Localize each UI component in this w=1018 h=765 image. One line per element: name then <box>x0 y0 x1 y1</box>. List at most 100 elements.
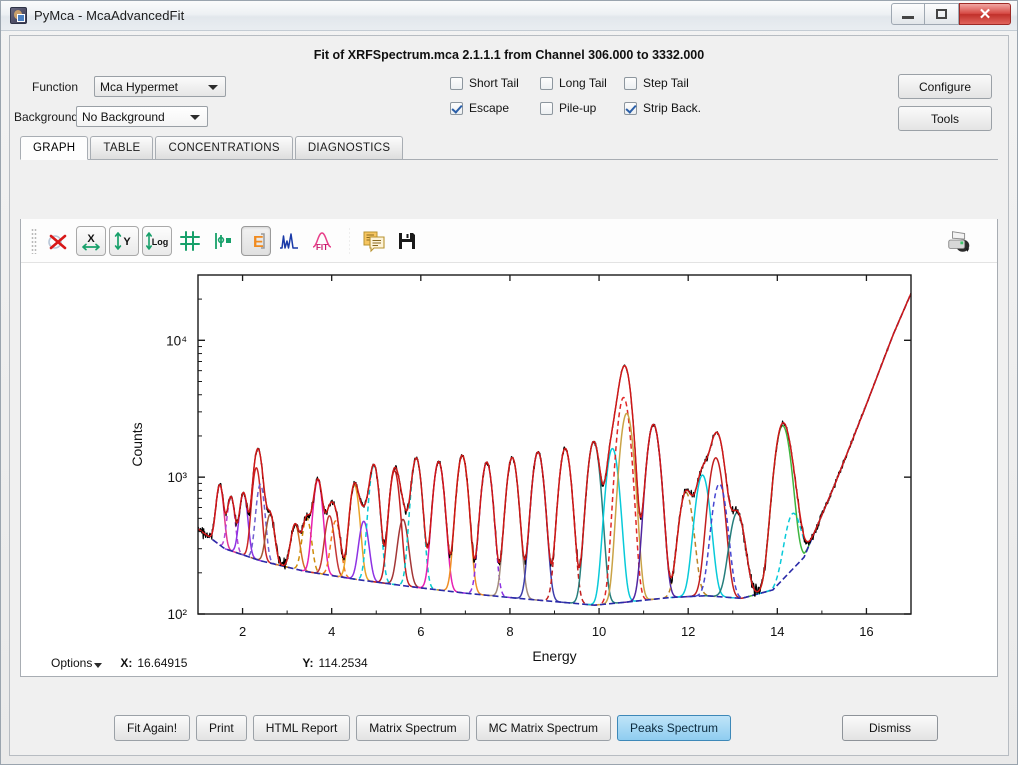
toolbar-separator <box>349 227 350 255</box>
side-buttons: Configure Tools <box>898 74 992 138</box>
checkbox-label: Long Tail <box>559 76 607 90</box>
window-controls: ✕ <box>891 3 1011 25</box>
dismiss-button[interactable]: Dismiss <box>842 715 938 741</box>
maximize-icon <box>936 9 947 19</box>
graph-toolbar: X Y Log <box>21 219 997 263</box>
grid-icon[interactable] <box>175 226 205 256</box>
html-report-button[interactable]: HTML Report <box>253 715 351 741</box>
y-autoscale-icon[interactable]: Y <box>109 226 139 256</box>
checkbox-box <box>450 102 463 115</box>
matrix-spectrum-button[interactable]: Matrix Spectrum <box>356 715 469 741</box>
checkbox-short-tail[interactable]: Short Tail <box>450 76 540 90</box>
svg-text:6: 6 <box>417 624 424 639</box>
svg-text:12: 12 <box>681 624 695 639</box>
svg-text:Log: Log <box>152 237 169 247</box>
close-button[interactable]: ✕ <box>959 3 1011 25</box>
tab-table[interactable]: TABLE <box>90 136 153 159</box>
function-row: Function Mca Hypermet <box>32 76 226 97</box>
checkbox-box <box>624 77 637 90</box>
fit-again-button[interactable]: Fit Again! <box>114 715 190 741</box>
checkbox-strip-back[interactable]: Strip Back. <box>624 101 701 115</box>
x-coordinate: X: 16.64915 <box>120 656 187 670</box>
svg-text:16: 16 <box>859 624 873 639</box>
tab-graph[interactable]: GRAPH <box>20 136 88 160</box>
options-label: Options <box>51 656 92 670</box>
y-coordinate: Y: 114.2534 <box>302 656 367 670</box>
function-select[interactable]: Mca Hypermet <box>94 76 226 97</box>
print-button[interactable]: Print <box>196 715 247 741</box>
fit-icon[interactable]: FIT <box>307 226 337 256</box>
title-bar: PyMca - McaAdvancedFit ✕ <box>1 1 1017 31</box>
background-label: Background <box>14 110 76 124</box>
svg-text:10³: 10³ <box>167 470 187 485</box>
checkbox-pile-up[interactable]: Pile-up <box>540 101 624 115</box>
options-row: Function Mca Hypermet Background No Back… <box>10 70 1008 134</box>
checkbox-box <box>450 77 463 90</box>
spectrum-plot[interactable]: 24681012141610²10³10⁴EnergyCounts <box>21 264 997 676</box>
x-value: 16.64915 <box>137 656 187 670</box>
tab-bar: GRAPH TABLE CONCENTRATIONS DIAGNOSTICS <box>20 136 998 160</box>
configure-button[interactable]: Configure <box>898 74 992 99</box>
checkbox-label: Step Tail <box>643 76 689 90</box>
status-bar: Options X: 16.64915 Y: 114.2534 <box>21 650 997 676</box>
save-icon[interactable] <box>392 226 422 256</box>
checkbox-box <box>624 102 637 115</box>
action-buttons: Fit Again! Print HTML Report Matrix Spec… <box>114 715 737 741</box>
print-icon[interactable] <box>944 226 974 256</box>
energy-axis-icon[interactable]: E <box>241 226 271 256</box>
log-scale-icon[interactable]: Log <box>142 226 172 256</box>
svg-text:10²: 10² <box>167 607 187 622</box>
marker-icon[interactable] <box>208 226 238 256</box>
checkbox-label: Pile-up <box>559 101 596 115</box>
function-value: Mca Hypermet <box>100 80 178 94</box>
tools-button[interactable]: Tools <box>898 106 992 131</box>
y-label: Y: <box>302 656 313 670</box>
checkbox-label: Escape <box>469 101 509 115</box>
options-menu-button[interactable]: Options <box>51 656 92 670</box>
function-label: Function <box>32 80 94 94</box>
y-value: 114.2534 <box>319 656 368 670</box>
graph-panel: X Y Log <box>20 219 998 677</box>
x-label: X: <box>120 656 132 670</box>
report-icon[interactable] <box>359 226 389 256</box>
x-autoscale-icon[interactable]: X <box>76 226 106 256</box>
svg-text:FIT: FIT <box>316 243 328 252</box>
reset-zoom-icon[interactable] <box>43 226 73 256</box>
pymca-app-icon <box>10 7 27 24</box>
svg-text:10⁴: 10⁴ <box>166 333 187 348</box>
bottom-button-bar: Fit Again! Print HTML Report Matrix Spec… <box>10 715 1008 745</box>
minimize-icon <box>902 16 914 19</box>
checkbox-long-tail[interactable]: Long Tail <box>540 76 624 90</box>
checkbox-grid: Short Tail Long Tail Step Tail Escape Pi… <box>450 76 701 115</box>
background-value: No Background <box>82 110 165 124</box>
main-window: PyMca - McaAdvancedFit ✕ Fit of XRFSpect… <box>0 0 1018 765</box>
chevron-down-icon <box>190 115 200 120</box>
maximize-button[interactable] <box>925 3 959 25</box>
close-icon: ✕ <box>979 5 992 23</box>
svg-text:4: 4 <box>328 624 335 639</box>
checkbox-label: Strip Back. <box>643 101 701 115</box>
chevron-down-icon <box>208 85 218 90</box>
background-select[interactable]: No Background <box>76 106 208 127</box>
svg-text:10: 10 <box>592 624 606 639</box>
tab-concentrations[interactable]: CONCENTRATIONS <box>155 136 292 159</box>
peaks-spectrum-button[interactable]: Peaks Spectrum <box>617 715 731 741</box>
svg-text:Y: Y <box>123 236 131 248</box>
mc-matrix-spectrum-button[interactable]: MC Matrix Spectrum <box>476 715 611 741</box>
checkbox-label: Short Tail <box>469 76 519 90</box>
window-title: PyMca - McaAdvancedFit <box>34 8 184 23</box>
svg-text:Counts: Counts <box>129 422 145 466</box>
toolbar-drag-handle[interactable] <box>31 228 37 254</box>
tab-diagnostics[interactable]: DIAGNOSTICS <box>295 136 404 159</box>
svg-text:X: X <box>87 233 95 245</box>
fit-title: Fit of XRFSpectrum.mca 2.1.1.1 from Chan… <box>10 48 1008 62</box>
checkbox-box <box>540 102 553 115</box>
minimize-button[interactable] <box>891 3 925 25</box>
svg-text:2: 2 <box>239 624 246 639</box>
peaks-icon[interactable] <box>274 226 304 256</box>
checkbox-escape[interactable]: Escape <box>450 101 540 115</box>
svg-text:8: 8 <box>506 624 513 639</box>
checkbox-box <box>540 77 553 90</box>
checkbox-step-tail[interactable]: Step Tail <box>624 76 701 90</box>
spectrum-svg: 24681012141610²10³10⁴EnergyCounts <box>21 264 1015 680</box>
